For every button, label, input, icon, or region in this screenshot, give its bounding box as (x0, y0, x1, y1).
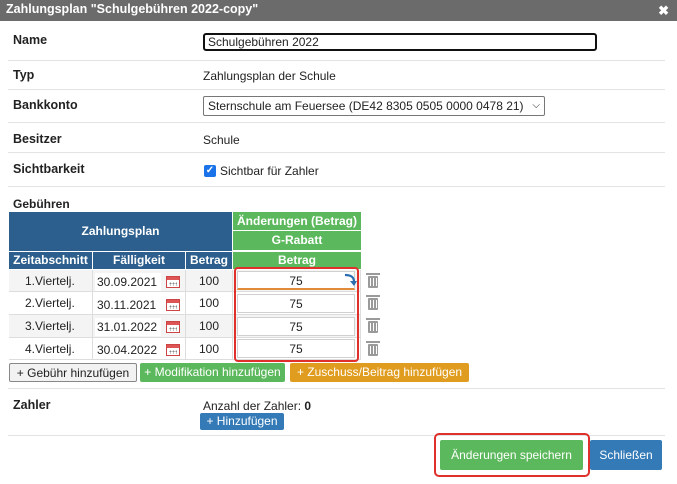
bank-account-select[interactable]: Sternschule am Feuersee (DE42 8305 0505 … (203, 96, 545, 116)
trash-icon[interactable] (366, 295, 380, 310)
payer-count-label: Anzahl der Zahler: (203, 399, 302, 413)
trash-icon[interactable] (366, 341, 380, 356)
add-fee-button[interactable]: + Gebühr hinzufügen (9, 363, 137, 382)
period-cell: 2.Viertelj. (9, 292, 93, 315)
amount-cell: 100 (186, 292, 233, 315)
due-date-input[interactable]: 30.09.2021 (95, 273, 161, 291)
trash-icon[interactable] (366, 318, 380, 333)
close-icon[interactable]: ✖ (658, 1, 669, 20)
save-changes-button[interactable]: Änderungen speichern (440, 440, 583, 470)
column-header-period: Zeitabschnitt (9, 252, 92, 269)
period-cell: 3.Viertelj. (9, 315, 93, 338)
payer-count: Anzahl der Zahler: 0 (203, 399, 311, 413)
add-modification-button[interactable]: + Modifikation hinzufügen (140, 363, 285, 382)
payers-label: Zahler (13, 398, 51, 412)
divider (8, 152, 665, 153)
period-cell: 1.Viertelj. (9, 270, 93, 292)
divider (8, 388, 665, 389)
amount-cell: 100 (186, 338, 233, 360)
divider (8, 89, 665, 90)
divider (8, 186, 665, 187)
column-header-amount: Betrag (186, 252, 232, 269)
owner-label: Besitzer (13, 132, 62, 146)
amount-cell: 100 (186, 270, 233, 292)
name-label: Name (13, 33, 48, 47)
fees-label: Gebühren (13, 197, 70, 211)
owner-value: Schule (203, 133, 240, 147)
header-g-rabatt: G-Rabatt (233, 231, 361, 250)
amount-cell: 100 (186, 315, 233, 338)
bank-account-value: Sternschule am Feuersee (DE42 8305 0505 … (208, 99, 524, 113)
visibility-label: Sichtbarkeit (13, 162, 85, 176)
column-header-due-date: Fälligkeit (93, 252, 185, 269)
header-changes-amount: Änderungen (Betrag) (233, 212, 361, 230)
chevron-down-icon: ⌵ (532, 100, 540, 111)
visibility-checkbox-label: Sichtbar für Zahler (220, 164, 319, 178)
due-date-input[interactable]: 31.01.2022 (95, 318, 161, 336)
period-cell: 4.Viertelj. (9, 338, 93, 360)
due-date-input[interactable]: 30.11.2021 (95, 296, 161, 314)
trash-icon[interactable] (366, 273, 380, 288)
calendar-icon[interactable] (166, 344, 180, 356)
dialog-title-bar: Zahlungsplan "Schulgebühren 2022-copy" ✖ (0, 0, 677, 21)
due-date-input[interactable]: 30.04.2022 (95, 341, 161, 359)
bank-account-label: Bankkonto (13, 98, 78, 112)
divider (8, 60, 665, 61)
header-payment-plan: Zahlungsplan (9, 212, 232, 251)
calendar-icon[interactable] (166, 299, 180, 311)
visibility-checkbox[interactable]: ✓ (204, 165, 216, 177)
type-label: Typ (13, 68, 35, 82)
close-button[interactable]: Schließen (590, 440, 662, 470)
highlight-frame (234, 267, 359, 362)
divider (8, 122, 665, 123)
calendar-icon[interactable] (166, 276, 180, 288)
name-input[interactable]: Schulgebühren 2022 (203, 33, 597, 51)
payer-count-value: 0 (304, 399, 312, 413)
add-subsidy-button[interactable]: + Zuschuss/Beitrag hinzufügen (290, 363, 469, 382)
dialog-title: Zahlungsplan "Schulgebühren 2022-copy" (6, 2, 259, 16)
calendar-icon[interactable] (166, 321, 180, 333)
add-payer-button[interactable]: + Hinzufügen (200, 413, 284, 430)
type-value: Zahlungsplan der Schule (203, 69, 336, 83)
